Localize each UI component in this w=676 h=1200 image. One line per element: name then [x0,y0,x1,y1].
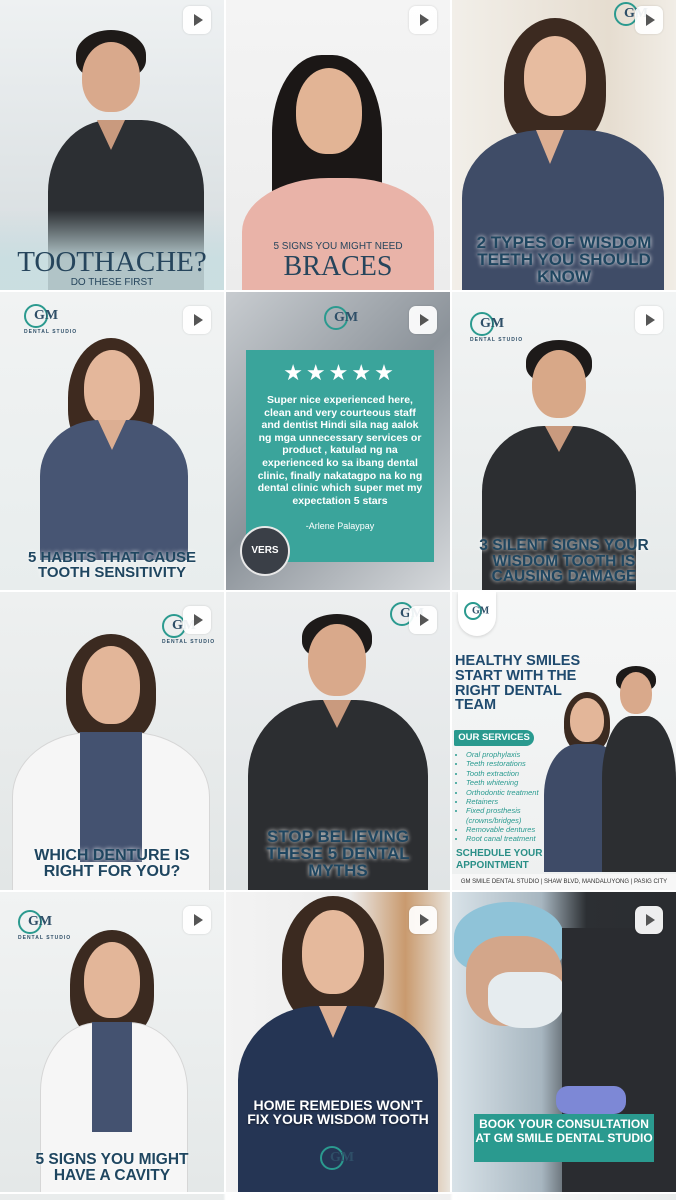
reels-grid: TOOTHACHE? DO THESE FIRST 5 SIGNS YOU MI… [0,0,676,1200]
service-item: Oral prophylaxis [466,750,566,759]
caption-title: WHICH DENTURE IS RIGHT FOR YOU? [34,847,190,880]
reel-tile-services[interactable]: GM HEALTHY SMILES START WITH THE RIGHT D… [452,592,676,890]
person-face [84,350,140,426]
reel-tile-toothache[interactable]: TOOTHACHE? DO THESE FIRST [0,0,224,290]
reel-tile-home-remedies[interactable]: HOME REMEDIES WON'T FIX YOUR WISDOM TOOT… [226,892,450,1192]
reel-tile-silent-signs[interactable]: GM DENTAL STUDIO 3 SILENT SIGNS YOUR WISD… [452,292,676,590]
person-face [84,942,140,1018]
reel-tile-denture[interactable]: GMDENTAL STUDIO WHICH DENTURE IS RIGHT F… [0,592,224,890]
person-scrubs [602,716,676,872]
person-face [82,646,140,724]
brand-logo: GM [324,306,358,330]
footer-bar: GM SMILE DENTAL STUDIO | SHAW BLVD, MAND… [452,874,676,890]
surgical-mask [488,972,564,1028]
cta-text: SCHEDULE YOUR APPOINTMENT [456,848,543,871]
reel-tile-cavity[interactable]: GM DENTAL STUDIO 5 SIGNS YOU MIGHT HAVE A… [0,892,224,1192]
reviewer-avatar: VERS [240,526,290,576]
reel-tile-book-consultation[interactable]: BOOK YOUR CONSULTATION AT GM SMILE DENTA… [452,892,676,1192]
next-row-peek [0,1194,676,1200]
person-face [570,698,604,742]
person-face [296,68,362,154]
scrubs-neckline [536,130,564,164]
person-face [620,672,652,714]
review-text: Super nice experienced here, clean and v… [257,394,423,507]
rating-stars-icon: ★★★★★ [283,360,397,385]
reel-play-icon [183,606,211,634]
reel-tile-sensitivity[interactable]: GM DENTAL STUDIO 5 HABITS THAT CAUSE TOOT… [0,292,224,590]
reel-play-icon [409,606,437,634]
caption-title: 5 SIGNS YOU MIGHT HAVE A CAVITY [35,1151,189,1184]
scrubs-neckline [319,1006,347,1038]
caption-title: HOME REMEDIES WON'T FIX YOUR WISDOM TOOT… [247,1097,429,1127]
caption-title: 3 SILENT SIGNS YOUR WISDOM TOOTH IS CAUS… [479,537,649,585]
caption-title: STOP BELIEVING THESE 5 DENTAL MYTHS [266,827,410,880]
caption-title: TOOTHACHE? [17,246,207,278]
reel-tile-wisdom-types[interactable]: GM 2 TYPES OF WISDOM TEETH YOU SHOULD KN… [452,0,676,290]
reel-play-icon [183,906,211,934]
brand-logo: GM [320,1146,354,1170]
caption-title: BRACES [283,251,393,282]
scrubs-neckline [323,700,351,728]
reel-play-icon [183,306,211,334]
book-consultation-banner: BOOK YOUR CONSULTATION AT GM SMILE DENTA… [474,1114,654,1162]
scrubs-neckline [97,120,125,150]
reel-play-icon [409,906,437,934]
person-face [524,36,586,116]
scrubs-neckline [545,426,573,452]
reel-play-icon [635,6,663,34]
person-face [308,624,366,696]
caption-title: 2 TYPES OF WISDOM TEETH YOU SHOULD KNOW [476,233,652,286]
services-title: OUR SERVICES [454,730,534,746]
person-face [302,910,364,994]
gloved-hand [556,1086,626,1114]
reel-tile-myths[interactable]: GM STOP BELIEVING THESE 5 DENTAL MYTHS [226,592,450,890]
reel-play-icon [635,306,663,334]
brand-logo: GMDENTAL STUDIO [24,304,77,335]
person-scrubs [80,732,142,862]
reel-play-icon [409,6,437,34]
scrubs-neckline [98,420,126,450]
reel-tile-braces[interactable]: 5 SIGNS YOU MIGHT NEED BRACES [226,0,450,290]
caption-title: 5 HABITS THAT CAUSE TOOTH SENSITIVITY [27,549,197,581]
caption-subtitle: DO THESE FIRST [70,277,154,288]
reel-play-icon [183,6,211,34]
reel-play-icon [635,906,663,934]
person-scrubs [92,1022,132,1132]
reel-tile-review[interactable]: GM ★★★★★ Super nice experienced here, cl… [226,292,450,590]
reel-play-icon [409,306,437,334]
brand-logo: GMDENTAL STUDIO [470,312,523,343]
brand-logo: GM [464,602,489,620]
person-face [82,42,140,112]
person-face [532,350,586,418]
brand-logo: GMDENTAL STUDIO [18,910,71,941]
